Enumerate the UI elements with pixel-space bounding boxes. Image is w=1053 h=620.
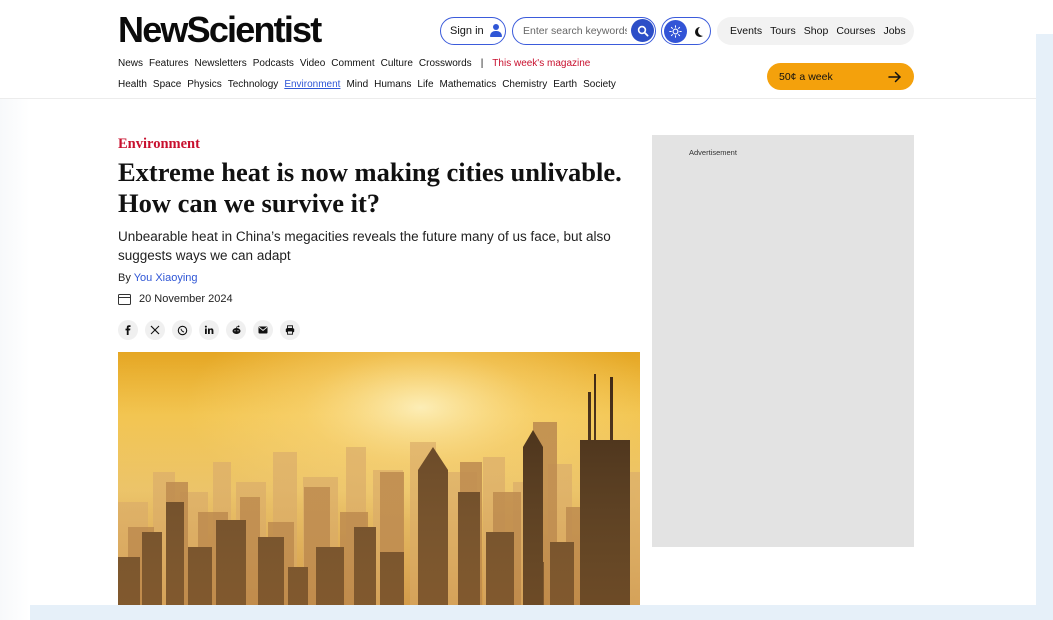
article-date: 20 November 2024 (118, 293, 233, 305)
topic-technology[interactable]: Technology (228, 79, 279, 90)
topic-society[interactable]: Society (583, 79, 616, 90)
topnav-events[interactable]: Events (730, 25, 762, 37)
article-standfirst: Unbearable heat in China’s megacities re… (118, 229, 611, 263)
nav-separator: | (480, 58, 484, 69)
topnav-tours[interactable]: Tours (770, 25, 796, 37)
nav-crosswords[interactable]: Crosswords (419, 58, 472, 69)
topnav-shop[interactable]: Shop (804, 25, 829, 37)
advertisement-label: Advertisement (689, 148, 737, 157)
nav-podcasts[interactable]: Podcasts (253, 58, 294, 69)
topic-chemistry[interactable]: Chemistry (502, 79, 547, 90)
nav-culture[interactable]: Culture (381, 58, 413, 69)
nav-news[interactable]: News (118, 58, 143, 69)
search-icon (637, 25, 649, 37)
article-headline: Extreme heat is now making cities unliva… (118, 157, 622, 218)
author-link[interactable]: You Xiaoying (134, 272, 198, 284)
moon-icon[interactable] (698, 26, 708, 36)
topnav-jobs[interactable]: Jobs (883, 25, 905, 37)
linkedin-icon[interactable] (199, 320, 219, 340)
advertisement-slot[interactable]: Advertisement (652, 135, 914, 547)
article-hero-image (118, 352, 640, 605)
arrow-right-icon (888, 71, 901, 82)
email-icon[interactable] (253, 320, 273, 340)
topic-life[interactable]: Life (417, 79, 433, 90)
topic-physics[interactable]: Physics (187, 79, 221, 90)
user-icon (489, 24, 503, 38)
search-button[interactable] (631, 19, 654, 42)
page-left-shade (0, 98, 30, 620)
topic-health[interactable]: Health (118, 79, 147, 90)
reddit-icon[interactable] (226, 320, 246, 340)
topic-space[interactable]: Space (153, 79, 181, 90)
topic-environment[interactable]: Environment (284, 79, 340, 90)
page-frame-bottom (30, 605, 1053, 620)
primary-nav: News Features Newsletters Podcasts Video… (118, 58, 590, 69)
light-mode-button[interactable] (664, 19, 687, 43)
theme-toggle[interactable] (661, 17, 711, 45)
subscribe-label: 50¢ a week (779, 70, 833, 83)
print-icon[interactable] (280, 320, 300, 340)
facebook-icon[interactable] (118, 320, 138, 340)
share-bar (118, 320, 300, 340)
calendar-icon (118, 293, 131, 305)
nav-comment[interactable]: Comment (331, 58, 374, 69)
nav-this-weeks-magazine[interactable]: This week's magazine (492, 58, 590, 69)
byline-prefix: By (118, 272, 131, 284)
nav-video[interactable]: Video (300, 58, 325, 69)
page-frame-right (1036, 34, 1053, 620)
topic-humans[interactable]: Humans (374, 79, 411, 90)
sign-in-label: Sign in (450, 25, 484, 37)
topics-nav: Health Space Physics Technology Environm… (118, 79, 616, 90)
article-category[interactable]: Environment (118, 136, 200, 153)
search-input[interactable] (523, 25, 627, 37)
article-date-text: 20 November 2024 (139, 293, 233, 305)
subscribe-button[interactable]: 50¢ a week (767, 63, 914, 90)
search-box (512, 17, 656, 45)
topic-earth[interactable]: Earth (553, 79, 577, 90)
whatsapp-icon[interactable] (172, 320, 192, 340)
topic-mind[interactable]: Mind (346, 79, 368, 90)
x-icon[interactable] (145, 320, 165, 340)
site-logo[interactable]: NewScientist (118, 8, 322, 52)
header-divider (0, 98, 1036, 99)
top-utility-nav: Events Tours Shop Courses Jobs (717, 17, 914, 45)
nav-newsletters[interactable]: Newsletters (194, 58, 246, 69)
article-byline: By You Xiaoying (118, 272, 198, 284)
sun-icon (669, 24, 682, 38)
topic-mathematics[interactable]: Mathematics (440, 79, 497, 90)
sign-in-button[interactable]: Sign in (440, 17, 506, 45)
nav-features[interactable]: Features (149, 58, 188, 69)
topnav-courses[interactable]: Courses (836, 25, 875, 37)
